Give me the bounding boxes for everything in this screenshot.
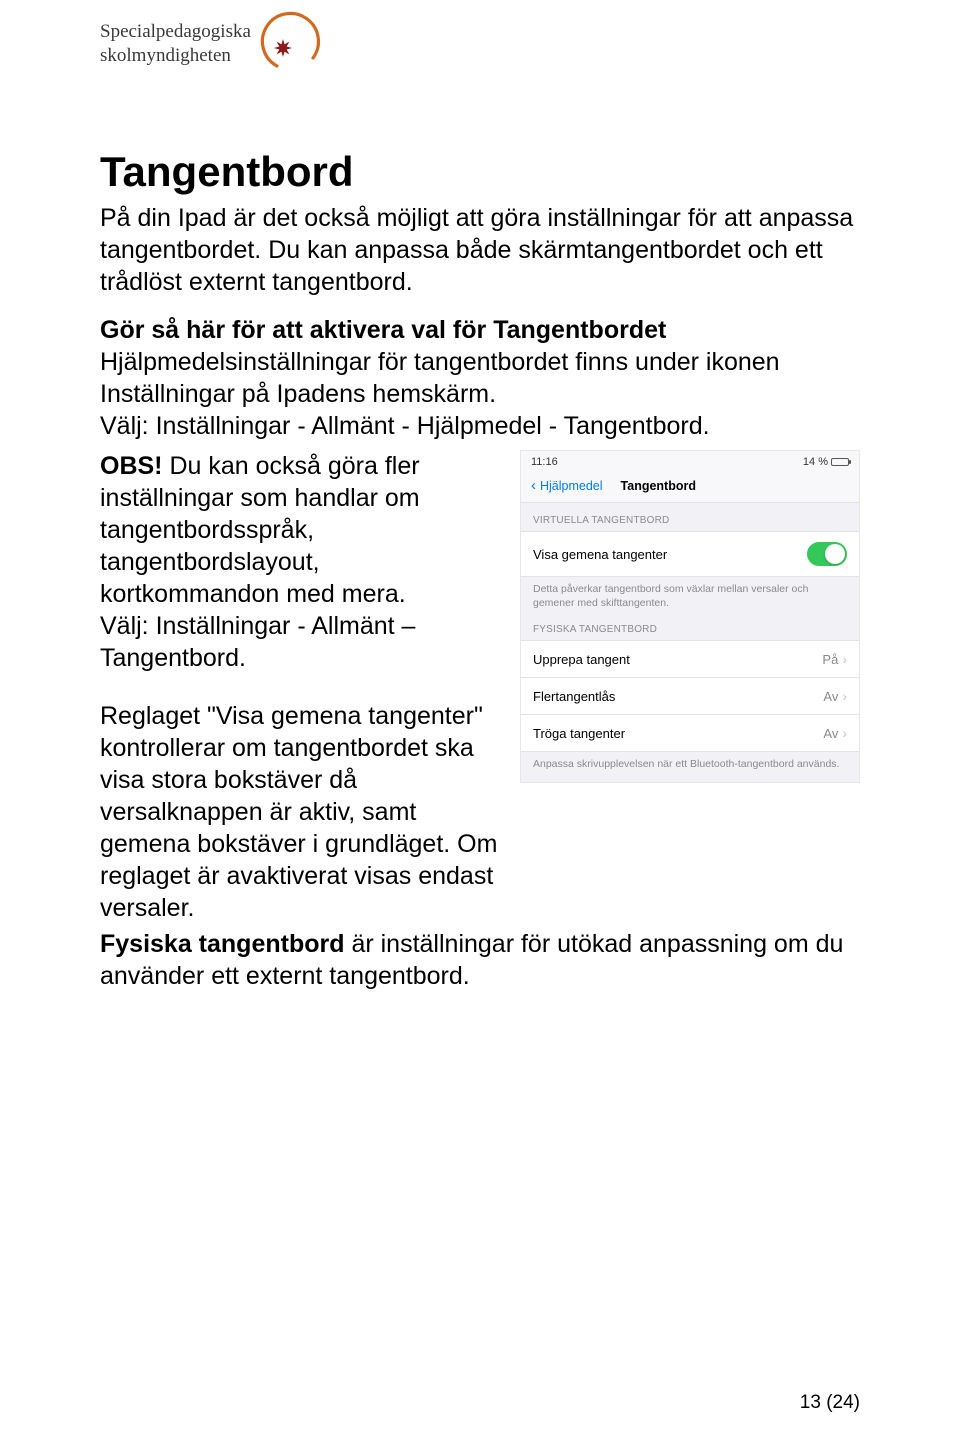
ios-battery-pct: 14 % [803,456,828,468]
ios-time: 11:16 [531,456,558,468]
path1-paragraph: Välj: Inställningar - Allmänt - Hjälpmed… [100,410,860,442]
row-visa-gemena[interactable]: Visa gemena tangenter [521,531,859,577]
row-troga-label: Tröga tangenter [533,726,625,741]
page-number: 13 (24) [800,1392,860,1414]
ios-section-virtual: VIRTUELLA TANGENTBORD [521,503,859,531]
reglage-paragraph: Reglaget "Visa gemena tangenter" kontrol… [100,700,502,924]
ios-section-physical: FYSISKA TANGENTBORD [521,612,859,640]
chevron-left-icon[interactable]: ‹ [531,477,536,494]
logo-icon [257,8,327,78]
ios-screenshot: 11:16 14 % ‹ Hjälpmedel Tangentbord VIRT… [520,450,860,783]
where-paragraph: Hjälpmedelsinställningar för tangentbord… [100,346,860,410]
ios-desc2: Anpassa skrivupplevelsen när ett Bluetoo… [521,752,859,782]
obs-paragraph: OBS! Du kan också göra fler inställninga… [100,450,502,610]
obs-label: OBS! [100,452,163,480]
chevron-right-icon: › [842,651,847,667]
row-flertang-val: Av [823,689,838,704]
logo: Specialpedagogiska skolmyndigheten [100,20,860,78]
intro-paragraph: På din Ipad är det också möjligt att gör… [100,202,860,298]
path2-paragraph: Välj: Inställningar - Allmänt – Tangentb… [100,610,502,674]
logo-line2: skolmyndigheten [100,44,251,68]
battery-icon [831,458,849,466]
toggle-on-icon[interactable] [807,542,847,566]
logo-line1: Specialpedagogiska [100,20,251,44]
subheading: Gör så här för att aktivera val för Tang… [100,314,860,346]
chevron-right-icon: › [842,688,847,704]
row-flertang-label: Flertangentlås [533,689,615,704]
row-upprepa[interactable]: Upprepa tangent På › [521,640,859,678]
page-title: Tangentbord [100,148,860,196]
chevron-right-icon: › [842,725,847,741]
ios-nav-title: Tangentbord [621,479,696,493]
row-upprepa-val: På [822,652,838,667]
row-flertangent[interactable]: Flertangentlås Av › [521,678,859,715]
row-upprepa-label: Upprepa tangent [533,652,630,667]
fysiska-bold: Fysiska tangentbord [100,930,345,958]
fysiska-paragraph: Fysiska tangentbord är inställningar för… [100,928,860,992]
row-visa-label: Visa gemena tangenter [533,547,667,562]
row-troga[interactable]: Tröga tangenter Av › [521,715,859,752]
row-troga-val: Av [823,726,838,741]
ios-back-button[interactable]: Hjälpmedel [540,479,603,493]
ios-desc1: Detta påverkar tangentbord som växlar me… [521,577,859,612]
